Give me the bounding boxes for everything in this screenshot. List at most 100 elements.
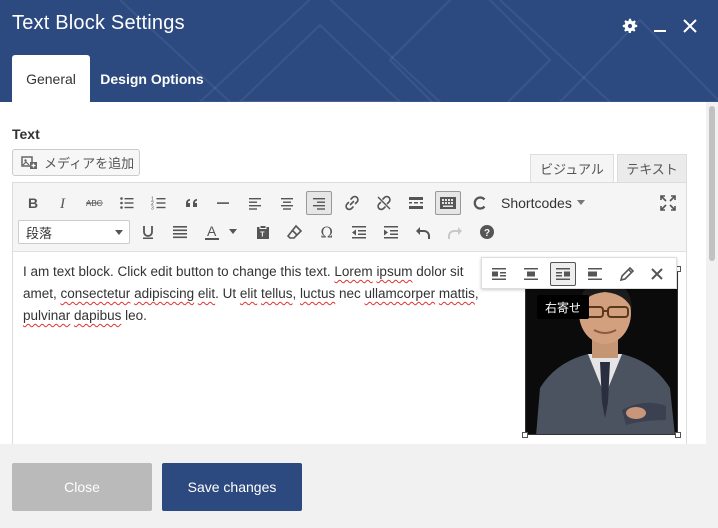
save-changes-button[interactable]: Save changes: [162, 463, 302, 511]
justify-button[interactable]: [167, 220, 193, 244]
bulleted-list-button[interactable]: [114, 191, 140, 215]
spellcheck-flagged-word: tellus: [260, 286, 293, 301]
keyboard-icon: [440, 197, 456, 209]
minimize-button[interactable]: [648, 14, 672, 38]
scrollbar-thumb[interactable]: [709, 106, 715, 261]
spellcheck-flagged-word: ullamcorper: [364, 286, 436, 301]
spellcheck-flagged-word: consectetur: [60, 286, 131, 301]
resize-handle-bottom-right[interactable]: [675, 432, 681, 438]
align-left-button[interactable]: [242, 191, 268, 215]
fullscreen-icon: [660, 195, 676, 211]
image-align-none-button[interactable]: [582, 262, 608, 286]
justify-icon: [173, 226, 187, 239]
image-remove-button[interactable]: [644, 262, 670, 286]
add-media-label: メディアを追加: [44, 156, 135, 171]
paragraph-text: ,: [292, 286, 300, 301]
spellcheck-flagged-word: mattis: [438, 286, 475, 301]
editor-tab-visual[interactable]: ビジュアル: [530, 154, 614, 182]
paragraph-format-select[interactable]: 段落: [18, 220, 130, 244]
spellcheck-flagged-word: elit: [239, 286, 258, 301]
text-field-label: Text: [12, 126, 40, 142]
chevron-down-icon: [576, 200, 585, 205]
numbered-list-icon: 123: [151, 197, 166, 212]
close-dialog-button[interactable]: [678, 14, 702, 38]
settings-panel: Text メディアを追加 ビジュアル テキスト B I ABC 1 2 3 Sh…: [0, 102, 706, 444]
svg-text:?: ?: [484, 228, 490, 239]
custom-c-button[interactable]: [467, 191, 493, 215]
text-color-icon: A: [205, 223, 219, 240]
panel-scrollbar[interactable]: [706, 102, 718, 444]
horizontal-line-button[interactable]: [210, 191, 236, 215]
align-right-button[interactable]: [306, 191, 332, 215]
omega-icon: Ω: [321, 224, 333, 240]
shortcodes-dropdown[interactable]: Shortcodes: [501, 191, 585, 215]
underline-button[interactable]: [135, 220, 161, 244]
clear-formatting-button[interactable]: [282, 220, 308, 244]
align-center-button[interactable]: [274, 191, 300, 215]
spellcheck-flagged-word: elit: [197, 286, 216, 301]
toolbar-toggle-button[interactable]: [435, 191, 461, 215]
svg-text:I: I: [59, 196, 66, 211]
strikethrough-button[interactable]: ABC: [82, 191, 108, 215]
remove-link-button[interactable]: [371, 191, 397, 215]
numbered-list-button[interactable]: 123: [146, 191, 172, 215]
redo-button[interactable]: [442, 220, 468, 244]
bold-icon: B: [28, 195, 38, 211]
decrease-indent-button[interactable]: [346, 220, 372, 244]
svg-text:3: 3: [151, 206, 154, 212]
close-button[interactable]: Close: [12, 463, 152, 511]
read-more-button[interactable]: [403, 191, 429, 215]
italic-button[interactable]: I: [51, 191, 77, 215]
editor-toolbar: B I ABC 123 Shortcodes 段落 A T Ω ?: [13, 183, 686, 252]
spellcheck-flagged-word: ipsum: [376, 264, 413, 279]
unlink-icon: [377, 195, 391, 211]
paragraph-text: . Ut: [215, 286, 240, 301]
special-character-button[interactable]: Ω: [314, 220, 340, 244]
settings-gear-button[interactable]: [618, 14, 642, 38]
image-align-center-button[interactable]: [518, 262, 544, 286]
svg-text:Ω: Ω: [321, 224, 333, 240]
outdent-icon: [352, 226, 366, 239]
image-align-right-icon: [556, 268, 570, 280]
add-media-button[interactable]: メディアを追加: [12, 149, 140, 176]
editor-content-area[interactable]: I am text block. Click edit button to ch…: [13, 251, 686, 444]
blockquote-button[interactable]: [178, 191, 204, 215]
undo-button[interactable]: [410, 220, 436, 244]
text-block-paragraph: I am text block. Click edit button to ch…: [23, 261, 493, 327]
dialog-footer: Close Save changes: [0, 444, 718, 528]
tab-general[interactable]: General: [12, 55, 90, 102]
image-edit-button[interactable]: [614, 262, 640, 286]
blockquote-icon: [186, 199, 197, 207]
dialog-header: Text Block Settings General Design Optio…: [0, 0, 718, 102]
editor-tab-text[interactable]: テキスト: [617, 154, 687, 182]
spellcheck-flagged-word: Lorem: [334, 264, 373, 279]
close-icon: [651, 268, 663, 280]
bold-button[interactable]: B: [20, 191, 46, 215]
increase-indent-button[interactable]: [378, 220, 404, 244]
fullscreen-button[interactable]: [655, 191, 681, 215]
paste-as-text-button[interactable]: T: [250, 220, 276, 244]
align-left-icon: [249, 198, 261, 210]
tab-design-options[interactable]: Design Options: [90, 55, 214, 102]
align-right-icon: [313, 198, 325, 210]
eraser-icon: [287, 224, 303, 239]
close-icon: [683, 19, 697, 33]
image-align-left-button[interactable]: [486, 262, 512, 286]
insert-link-button[interactable]: [339, 191, 365, 215]
inserted-image[interactable]: [525, 269, 678, 435]
pencil-icon: [619, 266, 635, 282]
image-align-right-button[interactable]: [550, 262, 576, 286]
clipboard-icon: T: [257, 225, 269, 239]
svg-text:A: A: [207, 223, 217, 239]
paragraph-text: I am text block. Click edit button to ch…: [23, 264, 335, 279]
undo-icon: [416, 227, 430, 239]
text-color-button[interactable]: A: [199, 220, 225, 244]
bulleted-list-icon: [120, 197, 134, 209]
align-right-tooltip: 右寄せ: [537, 295, 590, 319]
spellcheck-flagged-word: luctus: [299, 286, 336, 301]
c-letter-icon: [473, 196, 486, 210]
help-button[interactable]: ?: [474, 220, 500, 244]
caret-down-icon: [115, 230, 123, 235]
resize-handle-bottom-left[interactable]: [522, 432, 528, 438]
text-color-dropdown[interactable]: [225, 220, 241, 244]
